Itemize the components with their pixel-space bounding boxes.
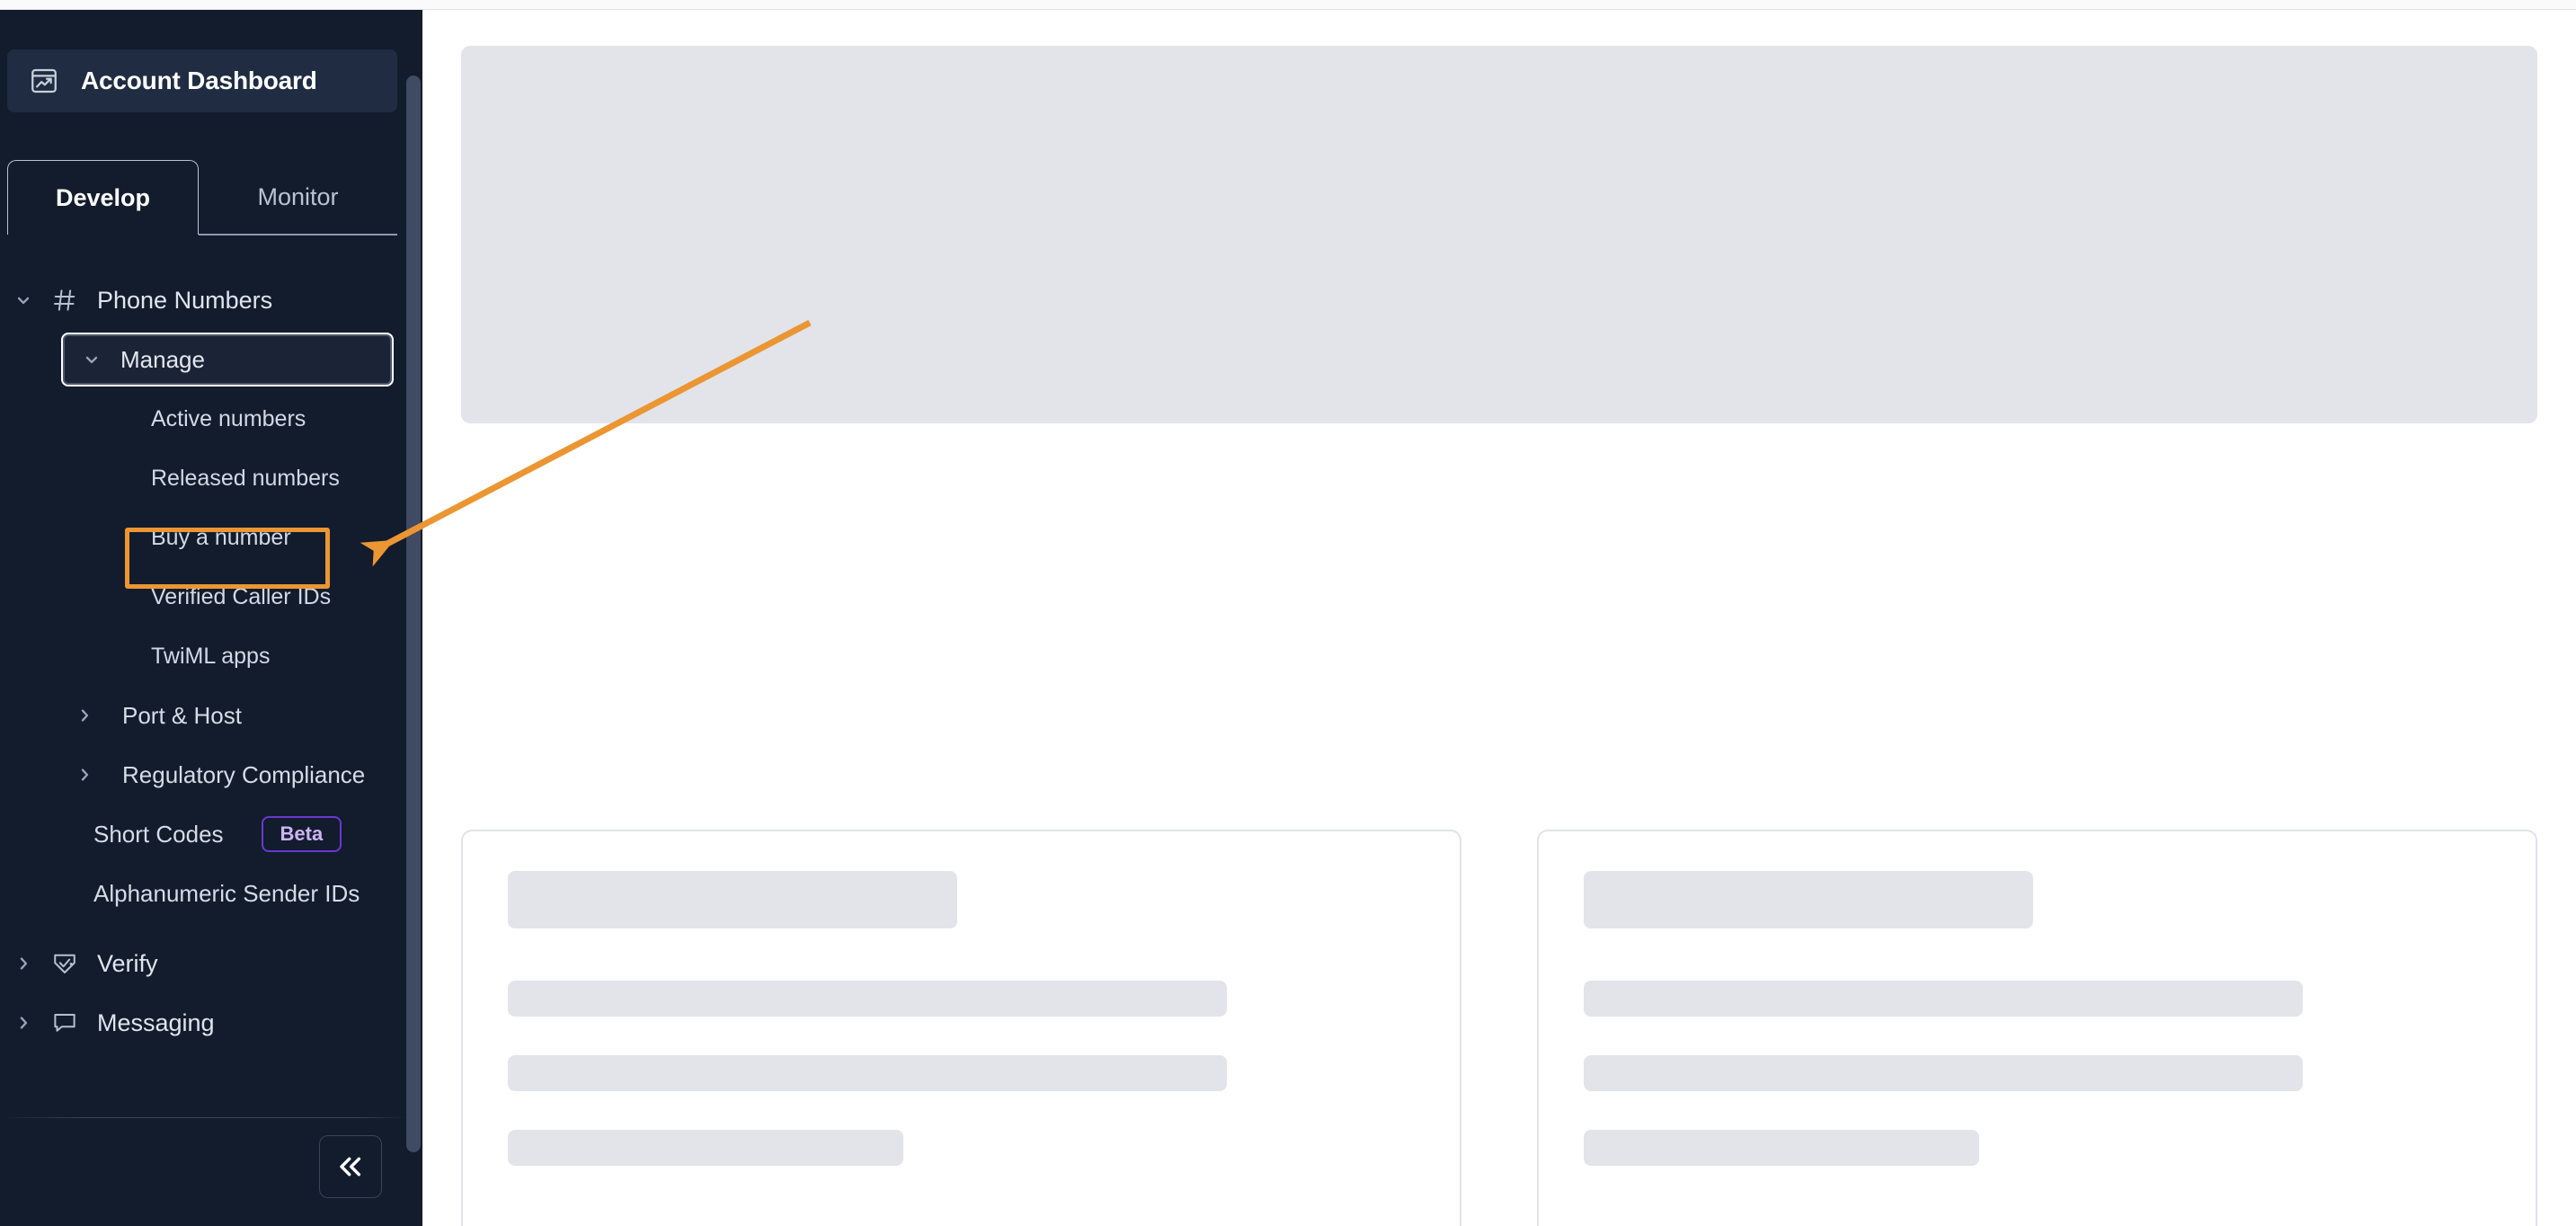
app-root: Account Dashboard Develop Monitor Phone … bbox=[0, 0, 2576, 1226]
hero-skeleton-placeholder bbox=[461, 46, 2537, 423]
chevron-double-left-icon bbox=[340, 1157, 361, 1177]
hash-icon bbox=[54, 289, 76, 311]
sidebar-scroll-content: Account Dashboard Develop Monitor Phone … bbox=[0, 10, 406, 1226]
skeleton-line-1 bbox=[508, 981, 1227, 1017]
sidebar-group-port-and-host-label: Port & Host bbox=[122, 701, 242, 729]
chevron-down-icon bbox=[17, 297, 30, 305]
chevron-right-icon bbox=[20, 957, 28, 970]
sidebar-scrollbar-thumb[interactable] bbox=[406, 76, 421, 1152]
sidebar-item-manage-label: Manage bbox=[120, 345, 205, 373]
sidebar-group-phone-numbers[interactable]: Phone Numbers bbox=[0, 271, 406, 330]
account-dashboard-label: Account Dashboard bbox=[81, 67, 317, 94]
account-dashboard-button[interactable]: Account Dashboard bbox=[7, 49, 397, 112]
sidebar-item-verified-caller-ids-label: Verified Caller IDs bbox=[151, 583, 332, 609]
sidebar-item-alphanumeric-sender-ids[interactable]: Alphanumeric Sender IDs bbox=[0, 864, 406, 923]
sidebar: Account Dashboard Develop Monitor Phone … bbox=[0, 10, 422, 1226]
sidebar-item-twiml-apps-label: TwiML apps bbox=[151, 643, 271, 669]
sidebar-item-active-numbers-label: Active numbers bbox=[151, 405, 306, 431]
sidebar-item-short-codes[interactable]: Short Codes Beta bbox=[0, 804, 406, 864]
skeleton-title-block bbox=[1584, 871, 2033, 928]
right-skeleton-card bbox=[1537, 830, 2537, 1226]
sidebar-group-messaging-label: Messaging bbox=[97, 1008, 215, 1036]
message-icon bbox=[54, 1014, 76, 1032]
status-badge-beta: Beta bbox=[261, 816, 342, 852]
tab-develop[interactable]: Develop bbox=[7, 160, 199, 235]
main-content bbox=[422, 10, 2576, 1226]
tab-monitor[interactable]: Monitor bbox=[199, 160, 397, 235]
chevron-down-icon bbox=[85, 356, 98, 364]
sidebar-item-twiml-apps[interactable]: TwiML apps bbox=[0, 626, 406, 686]
sidebar-item-buy-a-number[interactable]: Buy a number bbox=[0, 508, 406, 567]
collapse-sidebar-button[interactable] bbox=[319, 1135, 382, 1198]
sidebar-item-active-numbers[interactable]: Active numbers bbox=[0, 389, 406, 449]
sidebar-item-released-numbers[interactable]: Released numbers bbox=[0, 449, 406, 508]
sidebar-group-verify[interactable]: Verify bbox=[0, 934, 406, 993]
left-skeleton-card bbox=[461, 830, 1461, 1226]
sidebar-item-verified-caller-ids[interactable]: Verified Caller IDs bbox=[0, 567, 406, 626]
skeleton-cards-row bbox=[461, 830, 2537, 1226]
sidebar-item-alphanumeric-sender-ids-label: Alphanumeric Sender IDs bbox=[93, 879, 360, 907]
skeleton-line-2 bbox=[508, 1055, 1227, 1091]
chevron-right-icon bbox=[20, 1017, 28, 1029]
shield-check-icon bbox=[54, 954, 76, 973]
sidebar-nav: Phone Numbers Manage Active numbers Rele… bbox=[0, 271, 406, 1053]
tab-develop-label: Develop bbox=[55, 183, 151, 211]
skeleton-line-3 bbox=[508, 1130, 903, 1166]
tab-monitor-label: Monitor bbox=[257, 182, 339, 210]
chevron-right-icon bbox=[81, 768, 89, 781]
skeleton-line-3 bbox=[1584, 1130, 1979, 1166]
sidebar-item-manage[interactable]: Manage bbox=[61, 333, 394, 386]
sidebar-tabs: Develop Monitor bbox=[7, 160, 397, 235]
skeleton-line-1 bbox=[1584, 981, 2303, 1017]
sidebar-fade-divider bbox=[0, 1117, 406, 1118]
sidebar-item-released-numbers-label: Released numbers bbox=[151, 465, 340, 491]
sidebar-group-phone-numbers-label: Phone Numbers bbox=[97, 286, 273, 314]
sidebar-item-short-codes-label: Short Codes bbox=[93, 820, 224, 848]
browser-top-strip bbox=[0, 0, 2576, 10]
skeleton-line-2 bbox=[1584, 1055, 2303, 1091]
sidebar-group-regulatory-compliance[interactable]: Regulatory Compliance bbox=[0, 745, 406, 804]
sidebar-group-verify-label: Verify bbox=[97, 949, 158, 977]
sidebar-group-regulatory-compliance-label: Regulatory Compliance bbox=[122, 760, 366, 788]
sidebar-group-messaging[interactable]: Messaging bbox=[0, 993, 406, 1053]
sidebar-group-port-and-host[interactable]: Port & Host bbox=[0, 686, 406, 745]
chevron-right-icon bbox=[81, 709, 89, 722]
sidebar-item-buy-a-number-label: Buy a number bbox=[151, 524, 291, 550]
dashboard-chart-icon bbox=[31, 68, 57, 93]
skeleton-title-block bbox=[508, 871, 957, 928]
